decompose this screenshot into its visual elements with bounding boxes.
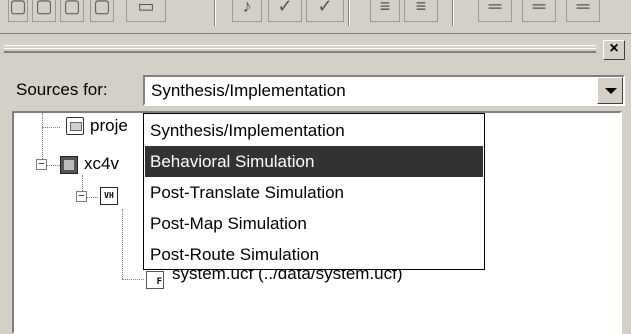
indent-button[interactable]: ≡: [370, 0, 400, 22]
sources-for-dropdown[interactable]: Synthesis/Implementation: [143, 75, 625, 106]
align-right-button[interactable]: ═: [566, 0, 600, 22]
toolbar-button-5[interactable]: ▭: [126, 0, 166, 22]
sources-dropdown-list: Synthesis/Implementation Behavioral Simu…: [143, 113, 485, 270]
toolbar-button-7[interactable]: ✓: [268, 0, 302, 22]
tree-item-device[interactable]: xc4v: [84, 154, 119, 174]
ucf-file-icon: F: [146, 271, 164, 289]
collapse-icon[interactable]: −: [76, 191, 87, 202]
toolbar-button-3[interactable]: ▢: [60, 0, 84, 22]
dropdown-option[interactable]: Post-Map Simulation: [145, 208, 483, 239]
collapse-icon[interactable]: −: [36, 159, 47, 170]
toolbar-button-4[interactable]: ▢: [90, 0, 114, 22]
toolbar-button-2[interactable]: ▢: [32, 0, 56, 22]
tree-guide-line: [122, 209, 123, 279]
dropdown-option-highlighted[interactable]: Behavioral Simulation: [145, 146, 483, 177]
toolbar-separator: [452, 0, 454, 26]
project-file-icon: [66, 117, 84, 135]
toolbar-button-8[interactable]: ✓: [306, 0, 344, 22]
tree-item-project[interactable]: proje: [90, 116, 128, 136]
dropdown-option[interactable]: Post-Translate Simulation: [145, 177, 483, 208]
outdent-button[interactable]: ≡: [404, 0, 438, 22]
align-center-button[interactable]: ═: [522, 0, 556, 22]
toolbar: ▢ ▢ ▢ ▢ ▭ ♪ ✓ ✓ ≡ ≡ ═ ═ ═: [0, 0, 631, 34]
align-left-button[interactable]: ═: [478, 0, 512, 22]
toolbar-separator: [348, 0, 350, 26]
tree-guide-line: [122, 279, 144, 280]
sources-for-label: Sources for:: [16, 80, 108, 99]
dropdown-arrow-icon[interactable]: [597, 77, 623, 104]
panel-drag-grip[interactable]: [4, 45, 596, 53]
toolbar-separator: [214, 0, 216, 26]
sources-selected-value: Synthesis/Implementation: [151, 81, 346, 100]
toolbar-button-6[interactable]: ♪: [232, 0, 262, 22]
dropdown-option[interactable]: Post-Route Simulation: [145, 239, 483, 270]
panel-title-bar: ×: [0, 36, 631, 62]
vhdl-module-icon: VH: [100, 187, 118, 205]
chip-icon: [60, 156, 78, 174]
toolbar-button-1[interactable]: ▢: [8, 0, 28, 22]
tree-guide-line: [42, 127, 60, 128]
dropdown-option[interactable]: Synthesis/Implementation: [145, 115, 483, 146]
close-icon: ×: [609, 40, 619, 57]
panel-close-button[interactable]: ×: [603, 40, 625, 60]
